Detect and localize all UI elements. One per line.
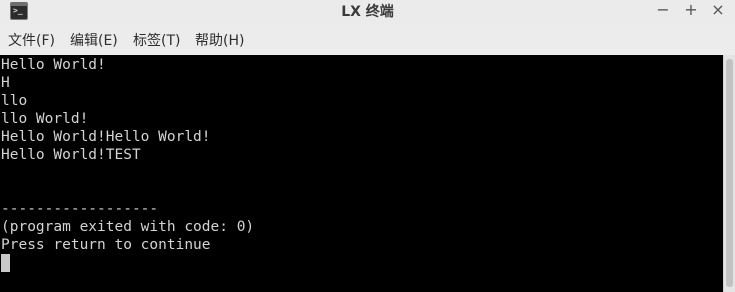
terminal-line: Hello World!: [1, 57, 106, 73]
terminal-line: H: [1, 75, 10, 91]
minimize-button[interactable]: −: [652, 0, 674, 22]
terminal-line: Hello World!Hello World!: [1, 129, 211, 145]
maximize-button[interactable]: +: [680, 0, 702, 22]
close-button[interactable]: ×: [707, 0, 729, 22]
window-title: LX 终端: [341, 4, 394, 20]
terminal-line: (program exited with code: 0): [1, 219, 255, 235]
terminal-line: llo World!: [1, 111, 89, 127]
menu-edit[interactable]: 编辑(E): [70, 30, 118, 52]
menu-help[interactable]: 帮助(H): [195, 30, 244, 52]
vertical-scrollbar[interactable]: [723, 55, 735, 292]
terminal-line: Press return to continue: [1, 237, 211, 253]
scrollbar-thumb[interactable]: [726, 59, 733, 287]
terminal-cursor: [1, 254, 10, 272]
terminal-window: >_ LX 终端 − + × 文件(F) 编辑(E) 标签(T) 帮助(H) H…: [0, 0, 735, 292]
terminal-output[interactable]: Hello World! H llo llo World! Hello Worl…: [0, 55, 723, 292]
title-bar[interactable]: >_ LX 终端 − + ×: [0, 0, 735, 24]
menu-tabs[interactable]: 标签(T): [133, 30, 180, 52]
menu-bar: 文件(F) 编辑(E) 标签(T) 帮助(H): [0, 30, 735, 52]
terminal-line: Hello World!TEST: [1, 147, 141, 163]
terminal-line: ------------------: [1, 201, 159, 217]
terminal-line: llo: [1, 93, 28, 109]
menu-file[interactable]: 文件(F): [8, 30, 55, 52]
